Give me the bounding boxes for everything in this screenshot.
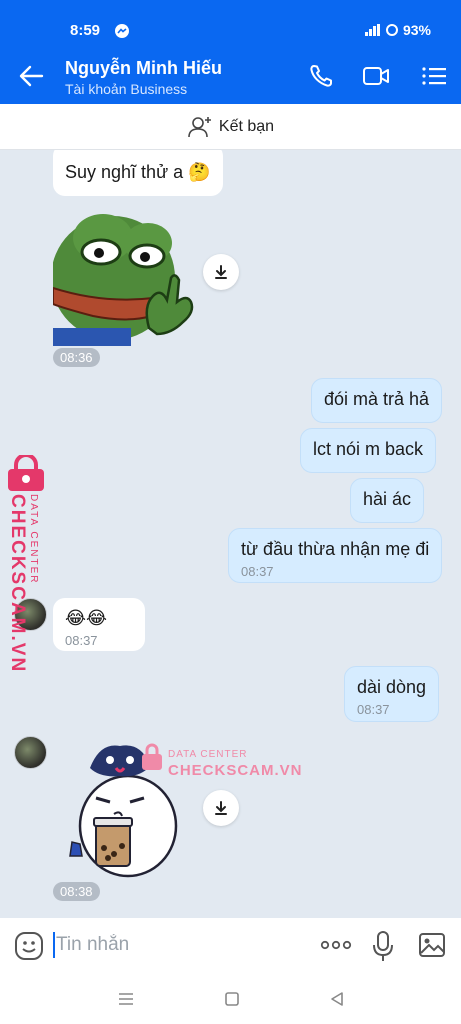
message-time: 08:36 [53, 348, 100, 367]
video-call-icon[interactable] [362, 63, 390, 89]
download-button[interactable] [203, 254, 239, 290]
system-nav-bar [0, 974, 461, 1024]
chat-header: Nguyễn Minh Hiếu Tài khoản Business [0, 48, 461, 104]
pepe-ok-sticker[interactable] [53, 208, 198, 346]
phone-call-icon[interactable] [308, 63, 336, 89]
message-text: 😂😂 [65, 608, 108, 628]
message-time: 08:38 [53, 882, 100, 901]
message-time: 08:37 [357, 702, 390, 717]
messenger-icon [115, 24, 129, 38]
recent-apps-icon[interactable] [117, 990, 135, 1008]
message-input-bar [0, 918, 461, 974]
contact-avatar[interactable] [14, 736, 47, 769]
lock-logo-icon [8, 455, 44, 491]
status-right: 93% [364, 22, 431, 38]
back-nav-icon[interactable] [328, 990, 346, 1008]
download-button[interactable] [203, 790, 239, 826]
lock-logo-icon [142, 743, 162, 770]
status-time: 8:59 [70, 22, 101, 39]
text-caret [53, 932, 55, 958]
more-options-icon[interactable] [320, 938, 352, 952]
status-bar: 8:59 93% [0, 0, 461, 48]
add-friend-bar[interactable]: Kết bạn [0, 104, 461, 150]
add-friend-icon [188, 116, 211, 137]
contact-account-type: Tài khoản Business [65, 81, 188, 97]
message-time: 08:37 [65, 633, 98, 648]
message-time: 08:37 [241, 564, 274, 579]
add-friend-label: Kết bạn [218, 117, 275, 135]
chat-area[interactable]: Suy nghĩ thử a 🤔 08:36 đói mà trả hả lct… [0, 150, 461, 918]
message-text: từ đầu thừa nhận mẹ đi [241, 539, 430, 559]
message-text: đói mà trả hả [324, 389, 430, 409]
image-gallery-icon[interactable] [418, 932, 446, 958]
message-input[interactable] [56, 930, 296, 960]
message-outgoing[interactable]: từ đầu thừa nhận mẹ đi 08:37 [228, 528, 443, 583]
emoji-sticker-icon[interactable] [14, 931, 44, 961]
contact-name[interactable]: Nguyễn Minh Hiếu [65, 58, 222, 79]
back-arrow-icon[interactable] [18, 64, 44, 88]
message-text: lct nói m back [313, 439, 424, 459]
message-text: dài dòng [357, 677, 427, 697]
signal-icon [364, 24, 380, 36]
watermark-subtext: DATA CENTER [28, 494, 39, 585]
watermark-text: CHECKSCAM.VN [7, 494, 28, 674]
message-outgoing[interactable]: dài dòng 08:37 [344, 666, 440, 722]
download-icon [215, 801, 227, 815]
microphone-icon[interactable] [372, 930, 394, 962]
message-text: hài ác [363, 489, 412, 509]
watermark-text: CHECKSCAM.VN [168, 762, 303, 779]
message-outgoing[interactable]: đói mà trả hả [311, 378, 443, 423]
battery-level: 93% [402, 22, 431, 38]
battery-icon [385, 24, 398, 36]
menu-list-icon[interactable] [420, 63, 448, 89]
message-outgoing[interactable]: hài ác [350, 478, 425, 523]
message-outgoing[interactable]: lct nói m back [300, 428, 437, 473]
message-incoming[interactable]: Suy nghĩ thử a 🤔 [53, 150, 223, 196]
home-icon[interactable] [223, 990, 241, 1008]
message-text: Suy nghĩ thử a 🤔 [65, 162, 211, 182]
watermark-subtext: DATA CENTER [168, 749, 248, 760]
message-incoming[interactable]: 😂😂 08:37 [53, 598, 145, 651]
download-icon [215, 265, 227, 279]
